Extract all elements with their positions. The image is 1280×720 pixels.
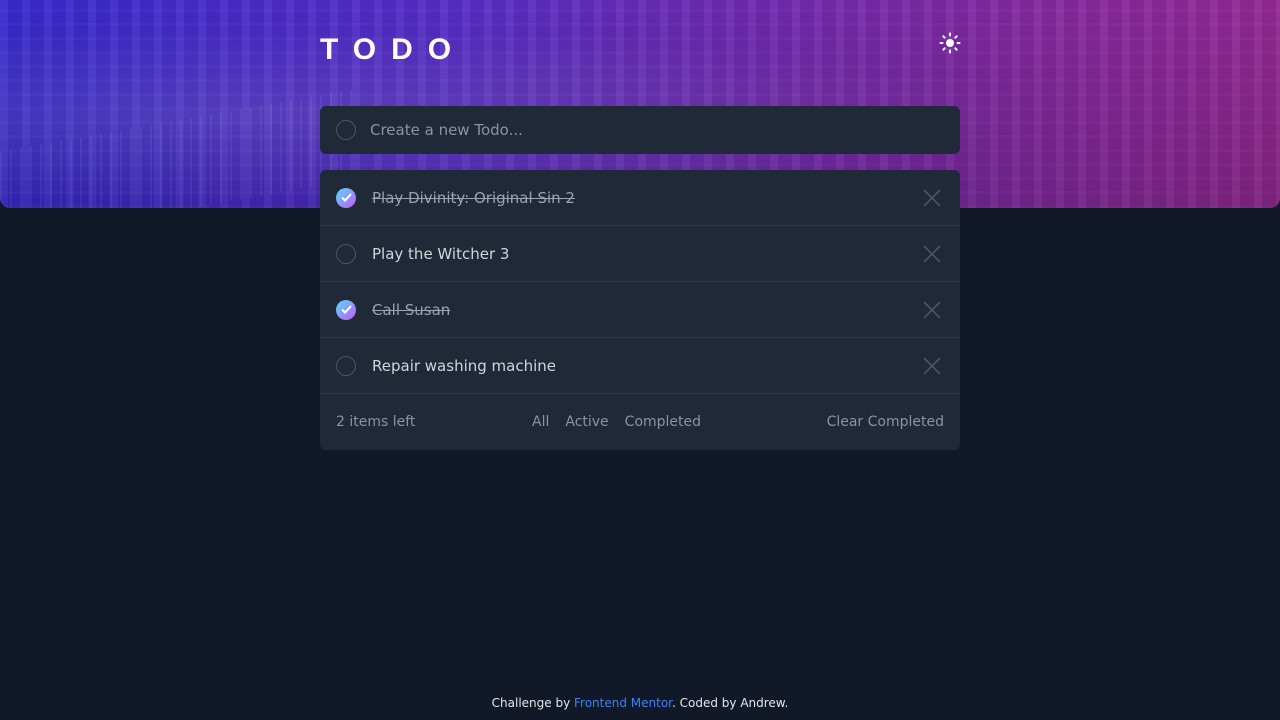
delete-todo-button[interactable]	[920, 298, 944, 322]
todo-text: Play Divinity: Original Sin 2	[372, 188, 575, 207]
todo-checkbox[interactable]	[336, 243, 356, 264]
todo-text: Play the Witcher 3	[372, 244, 510, 263]
todo-item[interactable]: Call Susan	[320, 282, 960, 338]
header: TODO	[320, 0, 963, 106]
cross-icon	[923, 244, 941, 263]
cross-icon	[923, 188, 941, 207]
todo-checkbox-checked[interactable]	[336, 299, 356, 320]
cross-icon	[923, 356, 941, 375]
todo-item[interactable]: Repair washing machine	[320, 338, 960, 394]
list-footer: 2 items left All Active Completed Clear …	[320, 394, 960, 450]
clear-completed-button[interactable]: Clear Completed	[827, 414, 944, 430]
todo-checkbox-checked[interactable]	[336, 187, 356, 208]
page-footer: Challenge by Frontend Mentor. Coded by A…	[0, 696, 1280, 710]
new-todo-bar	[320, 106, 960, 154]
cross-icon	[923, 300, 941, 319]
todo-item[interactable]: Play Divinity: Original Sin 2	[320, 170, 960, 226]
check-icon	[340, 193, 352, 202]
filter-completed[interactable]: Completed	[625, 414, 701, 430]
delete-todo-button[interactable]	[920, 354, 944, 378]
frontend-mentor-link[interactable]: Frontend Mentor	[574, 696, 672, 710]
todo-list: Play Divinity: Original Sin 2 Play the Wi…	[320, 170, 960, 450]
todo-text: Call Susan	[372, 300, 451, 319]
app-title: TODO	[320, 33, 467, 66]
sun-icon	[939, 32, 961, 54]
todo-text: Repair washing machine	[372, 356, 556, 375]
footer-suffix: . Coded by Andrew.	[672, 696, 789, 710]
theme-toggle-button[interactable]	[937, 30, 963, 56]
check-icon	[340, 305, 352, 314]
todo-app: TODO Play Divinity: Original Sin	[320, 0, 963, 450]
new-todo-circle[interactable]	[336, 120, 356, 140]
new-todo-input[interactable]	[368, 109, 944, 151]
filter-group: All Active Completed	[532, 414, 701, 430]
delete-todo-button[interactable]	[920, 186, 944, 210]
todo-checkbox[interactable]	[336, 355, 356, 376]
delete-todo-button[interactable]	[920, 242, 944, 266]
todo-item[interactable]: Play the Witcher 3	[320, 226, 960, 282]
footer-prefix: Challenge by	[491, 696, 574, 710]
filter-all[interactable]: All	[532, 414, 549, 430]
filter-active[interactable]: Active	[565, 414, 608, 430]
items-left-count: 2 items left	[336, 414, 416, 430]
